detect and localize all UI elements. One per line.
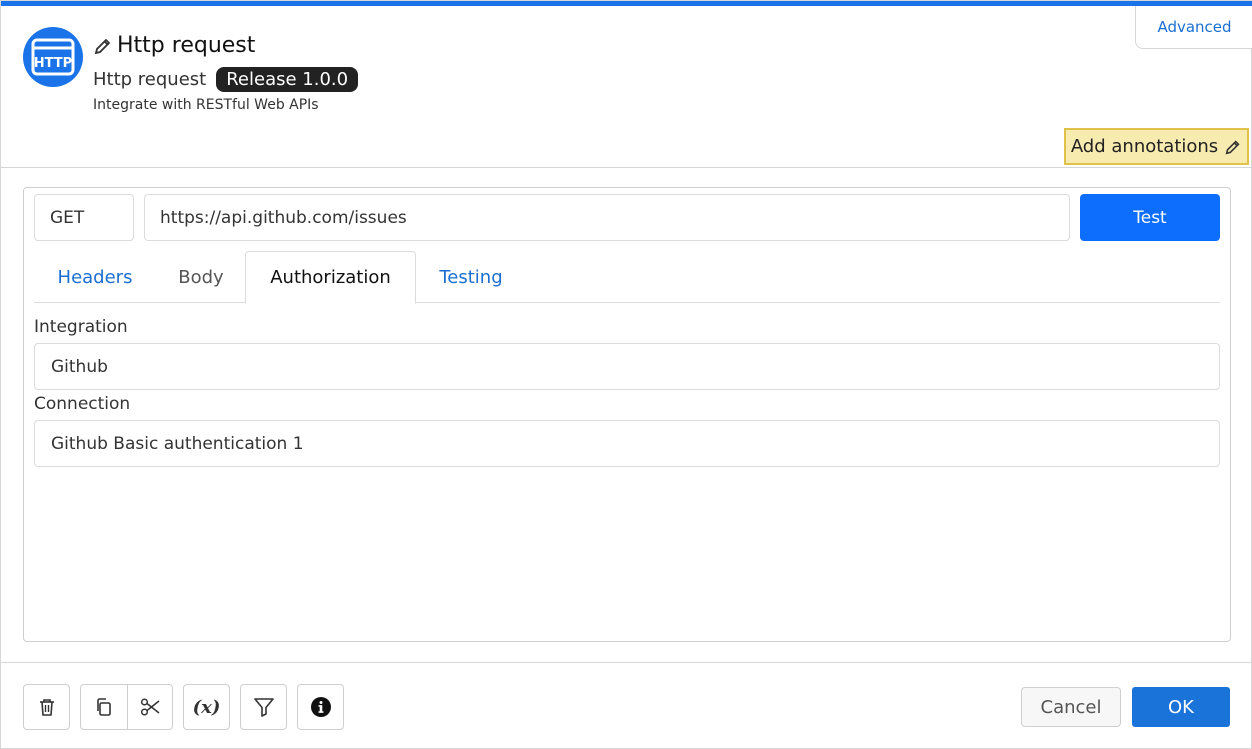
add-annotations-button[interactable]: Add annotations xyxy=(1064,128,1249,165)
info-button[interactable] xyxy=(297,684,344,730)
ok-button[interactable]: OK xyxy=(1132,687,1230,727)
version-badge: Release 1.0.0 xyxy=(216,67,359,92)
connection-select[interactable]: Github Basic authentication 1 xyxy=(34,420,1220,467)
url-input[interactable]: https://api.github.com/issues xyxy=(144,194,1070,241)
footer-divider xyxy=(1,662,1252,663)
clipboard-group xyxy=(80,684,173,730)
connection-label: Connection xyxy=(34,394,131,414)
http-request-dialog: HTTP Http request Http request Release 1… xyxy=(0,0,1252,749)
filter-icon xyxy=(253,698,274,717)
integration-label: Integration xyxy=(34,317,128,337)
tab-bar: Headers Body Authorization Testing xyxy=(34,251,1220,304)
test-button[interactable]: Test xyxy=(1080,194,1220,241)
pencil-icon[interactable] xyxy=(93,36,113,56)
tab-authorization[interactable]: Authorization xyxy=(245,251,416,304)
tab-headers[interactable]: Headers xyxy=(34,251,156,303)
http-logo: HTTP xyxy=(23,27,83,87)
tab-body[interactable]: Body xyxy=(156,251,246,303)
page-title[interactable]: Http request xyxy=(117,33,255,58)
copy-button[interactable] xyxy=(81,685,127,729)
cut-button[interactable] xyxy=(126,685,173,729)
variable-icon: (x) xyxy=(192,696,221,718)
header-divider xyxy=(1,167,1252,168)
title-row: Http request xyxy=(93,33,255,58)
info-icon xyxy=(310,697,331,717)
scissors-icon xyxy=(140,698,160,716)
subtitle: Http request xyxy=(93,69,207,90)
pencil-icon xyxy=(1225,139,1240,154)
cancel-button[interactable]: Cancel xyxy=(1021,687,1121,727)
trash-icon xyxy=(39,699,54,716)
integration-select[interactable]: Github xyxy=(34,343,1220,390)
delete-button[interactable] xyxy=(23,684,70,730)
top-accent-bar xyxy=(1,1,1252,6)
tab-testing[interactable]: Testing xyxy=(416,251,526,303)
variables-button[interactable]: (x) xyxy=(183,684,230,730)
http-icon-text: HTTP xyxy=(34,56,72,71)
method-select[interactable]: GET xyxy=(34,194,134,241)
advanced-tab[interactable]: Advanced xyxy=(1135,6,1252,49)
http-icon: HTTP xyxy=(31,38,75,76)
add-annotations-label: Add annotations xyxy=(1070,136,1219,157)
description: Integrate with RESTful Web APIs xyxy=(93,97,319,113)
copy-icon xyxy=(96,698,111,716)
subtitle-row: Http request Release 1.0.0 xyxy=(93,67,359,92)
filter-button[interactable] xyxy=(240,684,287,730)
